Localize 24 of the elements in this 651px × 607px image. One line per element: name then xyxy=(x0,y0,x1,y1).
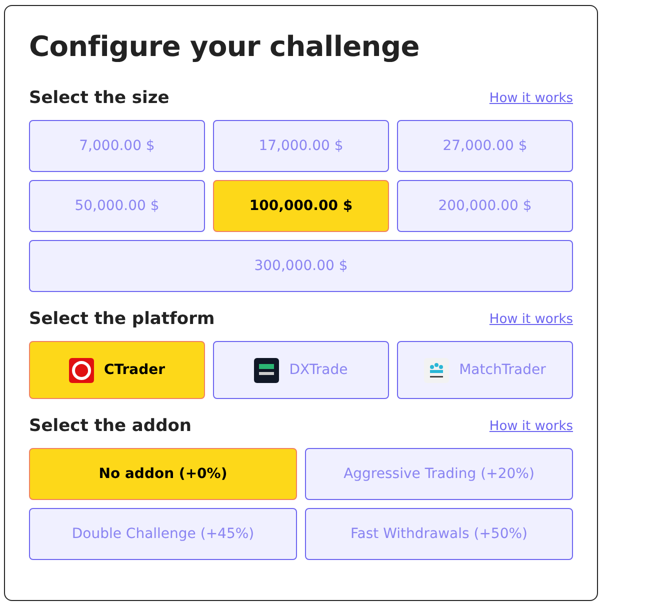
option-button[interactable]: 7,000.00 $ xyxy=(29,120,205,172)
option-button[interactable]: Double Challenge (+45%) xyxy=(29,508,297,560)
section-heading: Select the size xyxy=(29,88,170,108)
how-it-works-link[interactable]: How it works xyxy=(489,90,573,106)
page-title: Configure your challenge xyxy=(29,30,420,63)
option-button[interactable]: 17,000.00 $ xyxy=(213,120,389,172)
bars-logo-icon xyxy=(424,358,450,382)
option-button[interactable]: CTrader xyxy=(29,341,205,399)
option-button[interactable]: Fast Withdrawals (+50%) xyxy=(305,508,573,560)
option-button[interactable]: 27,000.00 $ xyxy=(397,120,573,172)
option-button[interactable]: 100,000.00 $ xyxy=(213,180,389,232)
option-button[interactable]: 300,000.00 $ xyxy=(29,240,573,292)
option-button[interactable]: MatchTrader xyxy=(397,341,573,399)
section-heading: Select the platform xyxy=(29,309,215,329)
option-button[interactable]: 50,000.00 $ xyxy=(29,180,205,232)
dark-logo-icon xyxy=(254,358,280,382)
option-button[interactable]: 200,000.00 $ xyxy=(397,180,573,232)
option-button[interactable]: No addon (+0%) xyxy=(29,448,297,500)
section-heading: Select the addon xyxy=(29,416,192,436)
how-it-works-link[interactable]: How it works xyxy=(489,312,573,326)
option-button[interactable]: DXTrade xyxy=(213,341,389,399)
how-it-works-link[interactable]: How it works xyxy=(489,418,573,434)
spiral-logo-icon xyxy=(68,358,94,382)
option-button[interactable]: Aggressive Trading (+20%) xyxy=(305,448,573,500)
